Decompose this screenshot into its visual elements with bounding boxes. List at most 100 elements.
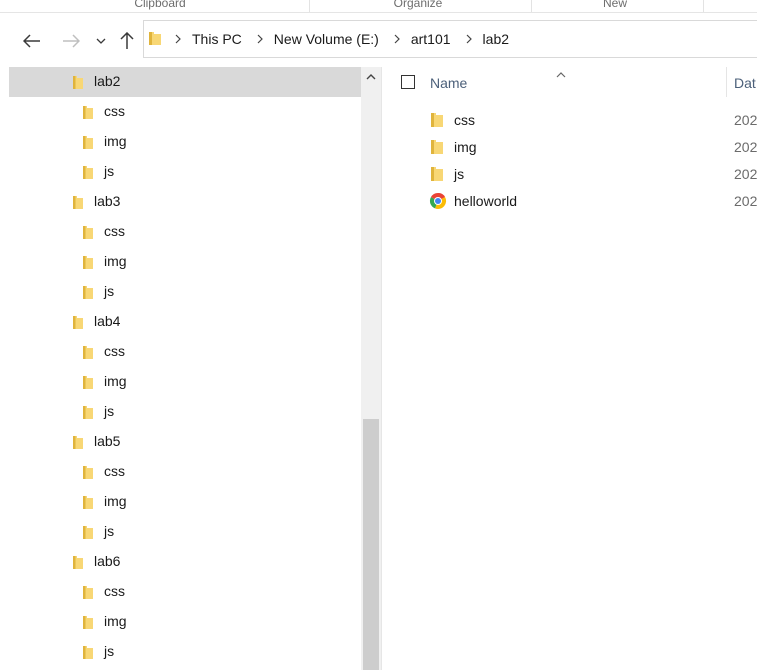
breadcrumb-new-volume[interactable]: New Volume (E:) <box>274 31 379 47</box>
chevron-up-icon <box>366 74 376 80</box>
folder-icon <box>72 435 84 453</box>
tree-item-label: css <box>104 223 125 239</box>
column-header-name[interactable]: Name <box>430 75 467 91</box>
tree-item-css[interactable]: css <box>9 337 361 367</box>
folder-icon <box>148 30 162 49</box>
tree-item-label: lab3 <box>94 193 121 209</box>
file-date: 202 <box>734 193 757 209</box>
tree-item-js[interactable]: js <box>9 397 361 427</box>
tree-item-js[interactable]: js <box>9 517 361 547</box>
chevron-right-icon[interactable] <box>389 31 405 47</box>
tree-item-js[interactable]: js <box>9 157 361 187</box>
folder-icon <box>430 112 444 131</box>
tree-item-label: css <box>104 103 125 119</box>
ribbon-group-clipboard: Clipboard <box>134 0 186 10</box>
tree-item-label: img <box>104 613 127 629</box>
up-button[interactable] <box>116 30 138 52</box>
folder-icon <box>82 465 94 483</box>
folder-icon <box>72 315 84 333</box>
folder-icon <box>430 139 444 158</box>
forward-button[interactable] <box>60 30 82 52</box>
navigation-bar: This PC New Volume (E:) art101 lab2 <box>0 13 757 67</box>
tree-item-lab6[interactable]: lab6 <box>9 547 361 577</box>
address-bar[interactable]: This PC New Volume (E:) art101 lab2 <box>143 20 757 58</box>
tree-item-lab4[interactable]: lab4 <box>9 307 361 337</box>
tree-item-css[interactable]: css <box>9 577 361 607</box>
file-row[interactable]: css 202 <box>382 107 757 134</box>
tree-item-label: js <box>104 163 115 179</box>
tree-item-label: js <box>104 643 115 659</box>
ribbon-group-organize: Organize <box>393 0 443 10</box>
tree-item-img[interactable]: img <box>9 127 361 157</box>
folder-icon <box>82 375 94 393</box>
folder-icon <box>72 195 84 213</box>
file-row[interactable]: helloworld 202 <box>382 188 757 215</box>
column-header-date[interactable]: Dat <box>734 75 756 91</box>
tree-item-label: css <box>104 343 125 359</box>
tree-scrollbar[interactable] <box>361 67 381 670</box>
ribbon-group-new: New <box>602 0 627 10</box>
folder-icon <box>82 345 94 363</box>
arrow-right-icon <box>63 34 80 48</box>
ribbon-group-labels: Clipboard Organize New <box>0 0 757 13</box>
chevron-right-icon[interactable] <box>461 31 477 47</box>
file-list: Name Dat css 202 img 202 js 202 helloworld 202 <box>382 67 757 670</box>
tree-item-label: css <box>104 583 125 599</box>
tree-item-img[interactable]: img <box>9 247 361 277</box>
file-name: img <box>454 139 477 155</box>
folder-icon <box>82 105 94 123</box>
scroll-up-button[interactable] <box>361 67 381 87</box>
tree-item-label: lab4 <box>94 313 121 329</box>
file-name: helloworld <box>454 193 518 209</box>
tree-item-label: js <box>104 403 115 419</box>
folder-icon <box>82 285 94 303</box>
tree-item-js[interactable]: js <box>9 637 361 667</box>
tree-item-img[interactable]: img <box>9 367 361 397</box>
breadcrumb-art101[interactable]: art101 <box>411 31 451 47</box>
back-button[interactable] <box>21 30 43 52</box>
file-name: css <box>454 112 475 128</box>
tree-item-img[interactable]: img <box>9 487 361 517</box>
chevron-down-icon <box>96 38 106 44</box>
tree-item-label: img <box>104 373 127 389</box>
folder-icon <box>82 585 94 603</box>
breadcrumb-this-pc[interactable]: This PC <box>192 31 242 47</box>
file-name: js <box>454 166 465 182</box>
folder-icon <box>82 405 94 423</box>
tree-item-css[interactable]: css <box>9 457 361 487</box>
ribbon-divider <box>309 0 310 12</box>
file-row[interactable]: js 202 <box>382 161 757 188</box>
file-date: 202 <box>734 166 757 182</box>
chevron-right-icon[interactable] <box>170 31 186 47</box>
folder-icon <box>82 135 94 153</box>
file-date: 202 <box>734 139 757 155</box>
folder-icon <box>82 495 94 513</box>
chevron-right-icon[interactable] <box>252 31 268 47</box>
column-divider[interactable] <box>726 67 727 97</box>
select-all-checkbox[interactable] <box>401 75 415 89</box>
arrow-left-icon <box>23 34 40 48</box>
tree-item-label: lab2 <box>94 73 121 89</box>
tree-item-css[interactable]: css <box>9 97 361 127</box>
folder-icon <box>72 75 84 93</box>
chrome-html-icon <box>429 192 447 213</box>
tree-item-lab3[interactable]: lab3 <box>9 187 361 217</box>
folder-icon <box>82 225 94 243</box>
breadcrumb-lab2[interactable]: lab2 <box>483 31 509 47</box>
folder-icon <box>82 255 94 273</box>
tree-item-label: css <box>104 463 125 479</box>
recent-locations-button[interactable] <box>90 30 112 52</box>
tree-item-img[interactable]: img <box>9 607 361 637</box>
navigation-tree: lab2 css img js lab3 css img js lab4 css img js lab5… <box>9 67 361 670</box>
folder-icon <box>430 166 444 185</box>
sort-ascending-icon <box>556 67 566 81</box>
tree-item-label: img <box>104 133 127 149</box>
tree-item-js[interactable]: js <box>9 277 361 307</box>
tree-item-label: js <box>104 523 115 539</box>
tree-item-lab2[interactable]: lab2 <box>9 67 361 97</box>
tree-item-css[interactable]: css <box>9 217 361 247</box>
file-row[interactable]: img 202 <box>382 134 757 161</box>
scrollbar-thumb[interactable] <box>363 419 379 670</box>
tree-item-label: js <box>104 283 115 299</box>
tree-item-lab5[interactable]: lab5 <box>9 427 361 457</box>
